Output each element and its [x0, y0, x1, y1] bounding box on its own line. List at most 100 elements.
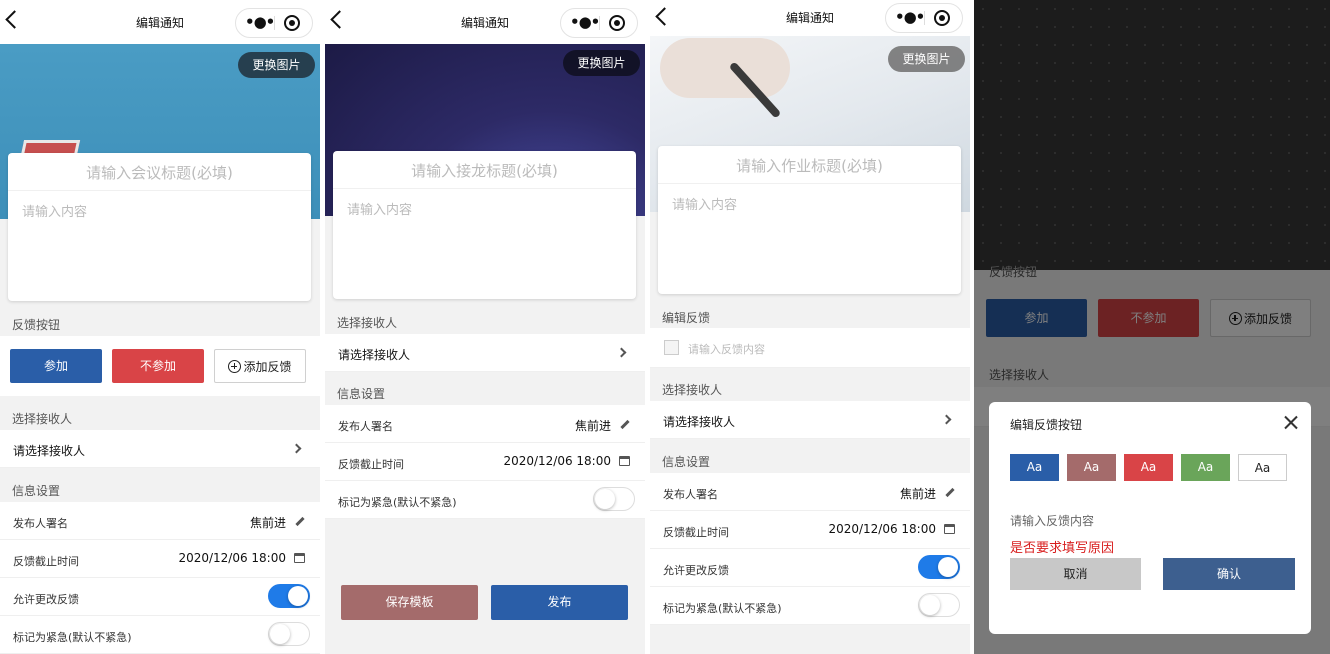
edit-feedback-section-label: 编辑反馈	[662, 311, 711, 325]
publisher-row[interactable]: 发布人署名 焦前进	[325, 405, 645, 443]
swatch-white[interactable]: Aa	[1238, 454, 1287, 481]
swatch-green[interactable]: Aa	[1181, 454, 1230, 481]
feedback-checkbox[interactable]	[664, 340, 679, 355]
urgent-label: 标记为紧急(默认不紧急)	[13, 631, 132, 644]
feedback-input[interactable]: 请输入反馈内容	[1010, 512, 1094, 529]
pencil-icon[interactable]	[620, 419, 630, 430]
capsule-divider	[599, 16, 600, 30]
toggle-knob	[920, 595, 940, 615]
chevron-right-icon	[616, 347, 627, 358]
miniapp-capsule: •●•	[885, 3, 963, 33]
select-receiver-label: 请选择接收人	[13, 444, 86, 458]
receiver-section-label: 选择接收人	[337, 316, 398, 330]
screen-homework: 编辑通知 •●• 更换图片 请输入作业标题(必填) 请输入内容 编辑反馈 请输入…	[650, 0, 970, 654]
publisher-label: 发布人署名	[338, 420, 393, 433]
info-section-label: 信息设置	[12, 484, 61, 498]
toggle-knob	[938, 557, 958, 577]
deadline-row[interactable]: 反馈截止时间 2020/12/06 18:00	[0, 540, 320, 578]
allow-change-row: 允许更改反馈	[650, 549, 970, 587]
chevron-right-icon	[291, 443, 302, 454]
title-input[interactable]: 请输入接龙标题(必填)	[333, 151, 636, 189]
chevron-right-icon	[941, 414, 952, 425]
title-input[interactable]: 请输入作业标题(必填)	[658, 146, 961, 184]
deadline-label: 反馈截止时间	[663, 526, 729, 539]
feedback-section-label: 反馈按钮	[12, 318, 61, 332]
swap-image-button[interactable]: 更换图片	[238, 52, 315, 78]
urgent-label: 标记为紧急(默认不紧急)	[663, 602, 782, 615]
more-icon[interactable]: •●•	[895, 10, 925, 25]
more-icon[interactable]: •●•	[570, 15, 600, 30]
cancel-button[interactable]: 取消	[1010, 558, 1141, 590]
calendar-icon[interactable]	[619, 456, 630, 466]
publisher-row[interactable]: 发布人署名 焦前进	[650, 473, 970, 511]
save-template-button[interactable]: 保存模板	[341, 585, 478, 620]
swatch-rose[interactable]: Aa	[1067, 454, 1116, 481]
close-target-icon[interactable]	[609, 15, 625, 31]
content-input[interactable]: 请输入内容	[333, 189, 636, 228]
banner-hand-shape	[660, 38, 790, 98]
content-input[interactable]: 请输入内容	[658, 184, 961, 223]
allow-change-toggle[interactable]	[918, 555, 960, 579]
select-receiver-label: 请选择接收人	[338, 348, 411, 362]
feedback-input-row[interactable]: 请输入反馈内容	[650, 328, 970, 368]
calendar-icon[interactable]	[294, 553, 305, 563]
select-receiver-row[interactable]: 请选择接收人	[650, 401, 970, 439]
join-button[interactable]: 参加	[10, 349, 102, 383]
edit-feedback-dialog: 编辑反馈按钮 Aa Aa Aa Aa Aa 请输入反馈内容 是否要求填写原因 取…	[989, 402, 1311, 634]
deadline-row[interactable]: 反馈截止时间 2020/12/06 18:00	[650, 511, 970, 549]
deadline-value: 2020/12/06 18:00	[828, 522, 936, 536]
info-section-label: 信息设置	[337, 387, 386, 401]
screen-edit-feedback-modal: 反馈按钮 参加 不参加 添加反馈 选择接收人 编辑反馈按钮 Aa Aa Aa A…	[974, 0, 1330, 654]
publisher-label: 发布人署名	[13, 517, 68, 530]
title-input[interactable]: 请输入会议标题(必填)	[8, 153, 311, 191]
select-receiver-row[interactable]: 请选择接收人	[0, 430, 320, 468]
urgent-label: 标记为紧急(默认不紧急)	[338, 496, 457, 509]
pencil-icon[interactable]	[295, 516, 305, 527]
allow-change-toggle[interactable]	[268, 584, 310, 608]
receiver-section-label: 选择接收人	[662, 383, 723, 397]
publisher-row[interactable]: 发布人署名 焦前进	[0, 502, 320, 540]
dark-canvas	[974, 0, 1330, 270]
feedback-buttons-row: 参加 不参加 添加反馈	[0, 336, 320, 396]
content-input[interactable]: 请输入内容	[8, 191, 311, 230]
urgent-row: 标记为紧急(默认不紧急)	[650, 587, 970, 625]
urgent-toggle[interactable]	[268, 622, 310, 646]
deadline-row[interactable]: 反馈截止时间 2020/12/06 18:00	[325, 443, 645, 481]
screen-meeting: 编辑通知 •●• 更换图片 请输入会议标题(必填) 请输入内容 反馈按钮 参加 …	[0, 0, 320, 654]
close-icon[interactable]	[1284, 415, 1298, 429]
publisher-value: 焦前进	[574, 419, 611, 433]
publisher-value: 焦前进	[249, 516, 286, 530]
add-feedback-button[interactable]: 添加反馈	[214, 349, 306, 383]
urgent-row: 标记为紧急(默认不紧急)	[325, 481, 645, 519]
swatch-red[interactable]: Aa	[1124, 454, 1173, 481]
require-reason-option[interactable]: 是否要求填写原因	[1010, 537, 1114, 556]
swatch-blue[interactable]: Aa	[1010, 454, 1059, 481]
calendar-icon[interactable]	[944, 524, 955, 534]
close-target-icon[interactable]	[934, 10, 950, 26]
deadline-value: 2020/12/06 18:00	[503, 454, 611, 468]
urgent-toggle[interactable]	[593, 487, 635, 511]
select-receiver-row[interactable]: 请选择接收人	[325, 334, 645, 372]
receiver-section-label: 选择接收人	[12, 412, 73, 426]
compose-card: 请输入会议标题(必填) 请输入内容	[8, 153, 311, 301]
not-join-button[interactable]: 不参加	[112, 349, 204, 383]
capsule-divider	[924, 11, 925, 25]
confirm-button[interactable]: 确认	[1163, 558, 1295, 590]
urgent-toggle[interactable]	[918, 593, 960, 617]
close-target-icon[interactable]	[284, 15, 300, 31]
swap-image-button[interactable]: 更换图片	[888, 46, 965, 72]
publisher-value: 焦前进	[899, 487, 936, 501]
deadline-value: 2020/12/06 18:00	[178, 551, 286, 565]
screen-relay: 编辑通知 •●• 更换图片 请输入接龙标题(必填) 请输入内容 选择接收人 请选…	[325, 0, 645, 654]
capsule-divider	[274, 16, 275, 30]
swap-image-button[interactable]: 更换图片	[563, 50, 640, 76]
more-icon[interactable]: •●•	[245, 15, 275, 30]
publish-button[interactable]: 发布	[491, 585, 628, 620]
deadline-label: 反馈截止时间	[13, 555, 79, 568]
pencil-icon[interactable]	[945, 487, 955, 498]
nav-bar: 编辑通知 •●•	[650, 0, 970, 36]
toggle-knob	[270, 624, 290, 644]
feedback-input[interactable]: 请输入反馈内容	[688, 341, 765, 357]
compose-card: 请输入接龙标题(必填) 请输入内容	[333, 151, 636, 299]
info-section-label: 信息设置	[662, 455, 711, 469]
